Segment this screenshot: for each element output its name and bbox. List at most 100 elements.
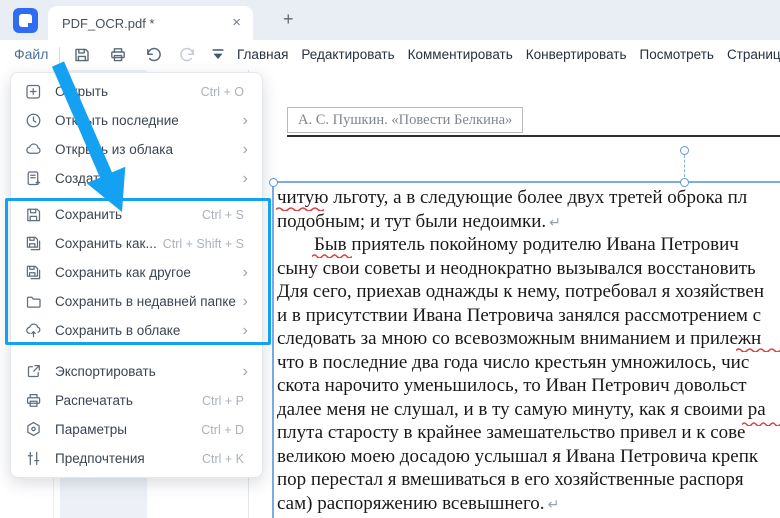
print-button[interactable] [108, 45, 128, 65]
menu-item-label: Создать [55, 171, 107, 186]
menu-shortcut: Ctrl + O [200, 84, 244, 99]
selection-rotate-handle[interactable] [679, 145, 689, 155]
chevron-right-icon: › [242, 140, 248, 158]
text-line-content: и в присутствии Ивана Петровича занялся … [277, 304, 762, 326]
text-line: далее меня не слушал, и в ту самую минут… [277, 398, 780, 422]
menu-item-open-recent[interactable]: Открыть последние › [11, 106, 262, 135]
text-line-content: что в последние два года число крестьян … [277, 351, 750, 373]
redo-button[interactable] [178, 45, 198, 65]
page-header-box[interactable]: А. С. Пушкин. «Повести Белкина» [287, 107, 524, 133]
collapse-toolbar-button[interactable] [208, 45, 228, 65]
text-line: следовать за мною со всевозможным вниман… [277, 327, 780, 351]
menu-item-label: Открыть из облака [55, 142, 173, 157]
ribbon-tab-page[interactable]: Страница [727, 47, 780, 62]
export-icon [24, 362, 43, 381]
selection-top-edge[interactable] [273, 181, 780, 183]
document-text-block[interactable]: читую льготу, а в следующие более двух т… [277, 186, 780, 518]
save-icon [75, 48, 89, 62]
ribbon-tab-convert[interactable]: Конвертировать [526, 47, 627, 62]
new-document-icon [24, 169, 43, 188]
settings-hexagon-icon [24, 420, 43, 439]
chevron-right-icon: › [242, 362, 248, 380]
text-line-content: читую льготу, а в следующие более двух т… [277, 187, 748, 208]
text-line: плута старосту в крайнее замешательство … [277, 421, 780, 445]
page-header-text: А. С. Пушкин. «Повести Белкина» [298, 111, 513, 128]
clock-icon [24, 111, 43, 130]
selection-left-edge[interactable] [272, 181, 274, 518]
tab-title: PDF_OCR.pdf * [62, 16, 155, 31]
menu-item-options[interactable]: Параметры Ctrl + D [11, 415, 262, 444]
text-line-content: далее меня не слушал, и в ту самую минут… [277, 398, 766, 420]
menu-item-create[interactable]: Создать › [11, 164, 262, 193]
printer-icon [24, 391, 43, 410]
paragraph-mark-icon: ↵ [549, 215, 561, 231]
text-line: сам) распоряжению всевышнего. ↵ [277, 492, 780, 516]
pdfelement-logo-icon[interactable] [13, 8, 38, 33]
spellcheck-underline [312, 252, 352, 258]
file-menu-button[interactable]: Файл [14, 46, 48, 62]
close-icon[interactable]: × [232, 14, 241, 32]
sliders-icon [24, 449, 43, 468]
menu-item-export[interactable]: Экспортировать › [11, 357, 262, 386]
menu-item-preferences[interactable]: Предпочтения Ctrl + K [11, 444, 262, 473]
paragraph-mark-icon: ↵ [547, 497, 560, 513]
app-window: PDF_OCR.pdf * × + Файл Главная Редактиро… [0, 0, 780, 518]
undo-button[interactable] [143, 45, 163, 65]
menu-item-label: Открыть последние [55, 113, 179, 128]
menu-shortcut: Ctrl + P [201, 393, 244, 408]
text-line: читую льготу, а в следующие более двух т… [277, 186, 780, 210]
collapse-toolbar-icon [212, 49, 224, 59]
save-button[interactable] [72, 45, 92, 65]
page-header-rule [287, 135, 780, 137]
chevron-right-icon: › [242, 169, 248, 187]
text-line-content: следовать за мною со всевозможным вниман… [277, 328, 762, 349]
spellcheck-underline [742, 420, 780, 426]
annotation-highlight-rect [5, 198, 271, 345]
ribbon-tab-comment[interactable]: Комментировать [408, 47, 513, 62]
text-line: Быв приятель покойному родителю Ивана Пе… [277, 233, 780, 257]
text-line: Для сего, приехав однажды к нему, потреб… [277, 280, 780, 304]
text-line-content: Для сего, приехав однажды к нему, потреб… [277, 281, 764, 302]
text-line-content: скота нарочито уменьшилось, то Иван Петр… [277, 375, 747, 396]
menu-shortcut: Ctrl + K [201, 451, 244, 466]
tab-bar: PDF_OCR.pdf * × + [0, 0, 780, 40]
ribbon-tabs: Главная Редактировать Комментировать Кон… [237, 47, 780, 62]
text-line-content: пор перестал я вмешиваться в его хозяйст… [277, 469, 744, 490]
open-file-icon [24, 82, 43, 101]
menu-item-open-cloud[interactable]: Открыть из облака › [11, 135, 262, 164]
document-tab[interactable]: PDF_OCR.pdf * × [48, 6, 253, 40]
text-line: что в последние два года число крестьян … [277, 351, 780, 375]
text-line: подобным; и тут были недоимки. ↵ [277, 210, 780, 234]
menu-item-print[interactable]: Распечатать Ctrl + P [11, 386, 262, 415]
menu-item-label: Экспортировать [55, 364, 156, 379]
spellcheck-underline [276, 205, 324, 211]
text-line: сыну свои советы и неоднократно вызывалс… [277, 257, 780, 281]
text-line: и в присутствии Ивана Петровича занялся … [277, 304, 780, 328]
text-line-content: сам) распоряжению всевышнего. [277, 492, 545, 514]
text-line: скота нарочито уменьшилось, то Иван Петр… [277, 374, 780, 398]
menu-item-label: Открыть [55, 84, 109, 99]
menu-shortcut: Ctrl + D [201, 422, 244, 437]
text-line: великою моею досадою услышал я Ивана Пет… [277, 445, 780, 469]
text-line-content: Быв приятель покойному родителю Ивана Пе… [314, 234, 739, 255]
toolbar: Файл Главная Редактировать Комментироват… [0, 40, 780, 70]
new-tab-button[interactable]: + [283, 9, 294, 29]
text-line: пор перестал я вмешиваться в его хозяйст… [277, 468, 780, 492]
selection-connector [684, 155, 685, 177]
text-line-content: подобным; и тут были недоимки. [277, 210, 547, 232]
chevron-right-icon: › [242, 111, 248, 129]
redo-icon [180, 47, 194, 62]
text-line-content: великою моею досадою услышал я Ивана Пет… [277, 445, 759, 467]
printer-icon [111, 48, 125, 62]
ribbon-tab-home[interactable]: Главная [237, 47, 288, 62]
text-line-content: сыну свои советы и неоднократно вызывалс… [277, 257, 756, 279]
ribbon-tab-view[interactable]: Посмотреть [640, 47, 714, 62]
menu-item-label: Параметры [55, 422, 127, 437]
logo-notch [28, 23, 35, 30]
menu-item-open[interactable]: Открыть Ctrl + O [11, 77, 262, 106]
text-line-content: плута старосту в крайнее замешательство … [277, 422, 746, 443]
ribbon-tab-edit[interactable]: Редактировать [301, 47, 394, 62]
undo-icon [147, 47, 161, 62]
toolbar-separator [59, 47, 60, 63]
menu-item-label: Предпочтения [55, 451, 145, 466]
